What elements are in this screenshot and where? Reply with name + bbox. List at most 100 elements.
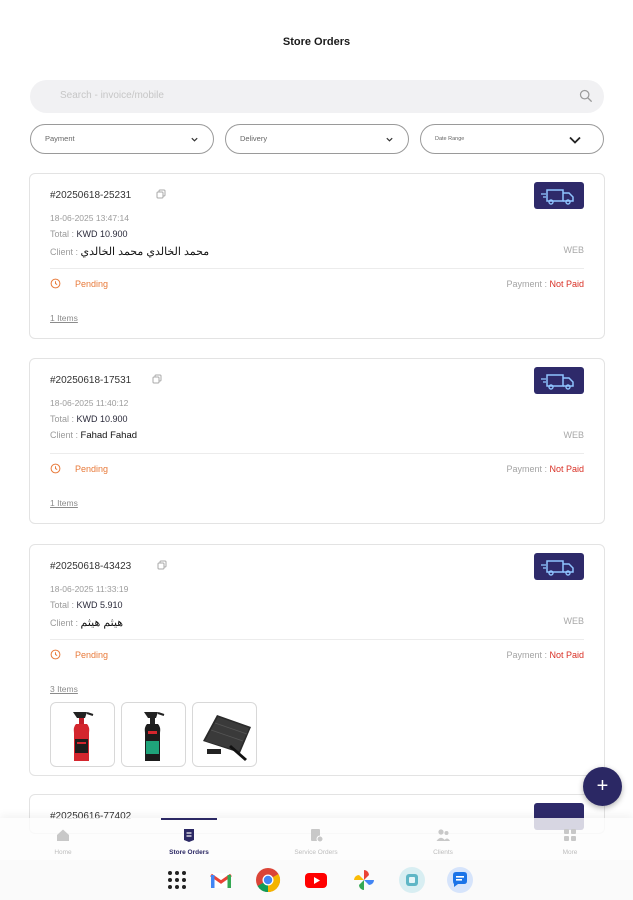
total-value: KWD 10.900 [76,414,128,424]
order-date: 18-06-2025 11:33:19 [50,584,129,594]
client-name: هيثم هيثم [80,617,124,629]
client-label: Client : [50,618,81,628]
system-taskbar [0,860,633,900]
nav-service-orders[interactable]: Service Orders [253,818,379,860]
payment-status: Payment : Not Paid [506,464,584,474]
order-number: #20250618-43423 [50,561,132,572]
product-thumbnails [50,702,257,767]
nav-label: Home [54,849,72,856]
payment-label: Payment : [506,464,550,474]
chevron-down-icon [386,137,393,142]
copy-icon[interactable] [152,374,162,384]
nav-label: Service Orders [294,849,338,856]
delivery-truck-icon [534,367,584,394]
photos-icon[interactable] [350,866,378,894]
order-number: #20250618-17531 [50,375,132,386]
chrome-icon[interactable] [254,866,282,894]
order-client: Client : هيثم هيثم [50,616,123,629]
copy-icon[interactable] [157,560,167,570]
total-value: KWD 5.910 [76,600,123,610]
payment-value: Not Paid [549,464,584,474]
bottom-navigation: Home Store Orders Service Orders Clients… [0,818,633,860]
payment-value: Not Paid [549,279,584,289]
app-header: Store Orders [0,0,633,75]
order-date: 18-06-2025 13:47:14 [50,213,129,223]
items-link[interactable]: 1 Items [50,313,78,323]
order-total: Total : KWD 10.900 [50,414,128,424]
nav-more[interactable]: More [507,818,633,860]
copy-icon[interactable] [156,189,166,199]
order-card[interactable]: #20250618-25231 18-06-2025 13:47:14 Tota… [29,173,605,339]
nav-label: Store Orders [169,849,209,856]
order-channel: WEB [563,430,584,440]
order-status: Pending [75,650,109,660]
home-icon [57,829,69,841]
nav-store-orders[interactable]: Store Orders [126,818,252,860]
product-thumbnail[interactable] [121,702,186,767]
divider [50,639,584,640]
client-label: Client : [50,247,81,257]
payment-status: Payment : Not Paid [506,650,584,660]
order-client: Client : Fahad Fahad [50,430,137,441]
product-thumbnail[interactable] [50,702,115,767]
payment-label: Payment : [506,650,550,660]
total-label: Total : [50,600,77,610]
total-value: KWD 10.900 [76,229,128,239]
date-range-label: Date Range [435,136,465,142]
youtube-icon[interactable] [302,866,330,894]
product-thumbnail[interactable] [192,702,257,767]
chevron-down-icon [569,136,581,144]
store-orders-icon [184,829,194,842]
delivery-filter-label: Delivery [240,134,268,143]
clock-icon [50,649,61,660]
payment-filter-label: Payment [45,134,75,143]
app-drawer-icon[interactable] [163,866,191,894]
delivery-truck-icon [534,553,584,580]
active-indicator [161,818,217,820]
date-range-filter[interactable]: Date Range [420,124,604,154]
items-link[interactable]: 3 Items [50,684,78,694]
order-total: Total : KWD 10.900 [50,229,128,239]
nav-label: Clients [433,849,453,856]
payment-label: Payment : [506,279,550,289]
nav-home[interactable]: Home [0,818,126,860]
client-label: Client : [50,430,81,440]
clock-icon [50,278,61,289]
order-client: Client : محمد الخالدي محمد الخالدي [50,245,209,258]
order-channel: WEB [563,616,584,626]
client-name: Fahad Fahad [80,430,138,441]
delivery-truck-icon [534,182,584,209]
app-icon[interactable] [398,866,426,894]
chevron-down-icon [191,137,198,142]
add-order-button[interactable]: + [583,767,622,806]
order-card[interactable]: #20250618-17531 18-06-2025 11:40:12 Tota… [29,358,605,524]
delivery-filter-dropdown[interactable]: Delivery [225,124,409,154]
nav-clients[interactable]: Clients [380,818,506,860]
order-channel: WEB [563,245,584,255]
order-status: Pending [75,464,109,474]
total-label: Total : [50,414,77,424]
search-placeholder: Search - invoice/mobile [60,90,164,101]
gmail-icon[interactable] [207,866,235,894]
clients-icon [436,829,450,841]
messages-icon[interactable] [446,866,474,894]
page-title: Store Orders [282,36,351,48]
order-total: Total : KWD 5.910 [50,600,123,610]
order-number: #20250618-25231 [50,190,132,201]
payment-filter-dropdown[interactable]: Payment [30,124,214,154]
order-card[interactable]: #20250618-43423 18-06-2025 11:33:19 Tota… [29,544,605,776]
order-date: 18-06-2025 11:40:12 [50,398,129,408]
clock-icon [50,463,61,474]
client-name: محمد الخالدي محمد الخالدي [80,246,210,258]
divider [50,268,584,269]
total-label: Total : [50,229,77,239]
service-orders-icon [311,829,324,843]
grid-icon [564,829,576,841]
items-link[interactable]: 1 Items [50,498,78,508]
payment-status: Payment : Not Paid [506,279,584,289]
search-input[interactable]: Search - invoice/mobile [30,80,604,113]
payment-value: Not Paid [549,650,584,660]
search-icon[interactable] [579,89,593,103]
divider [50,453,584,454]
nav-label: More [562,849,578,856]
